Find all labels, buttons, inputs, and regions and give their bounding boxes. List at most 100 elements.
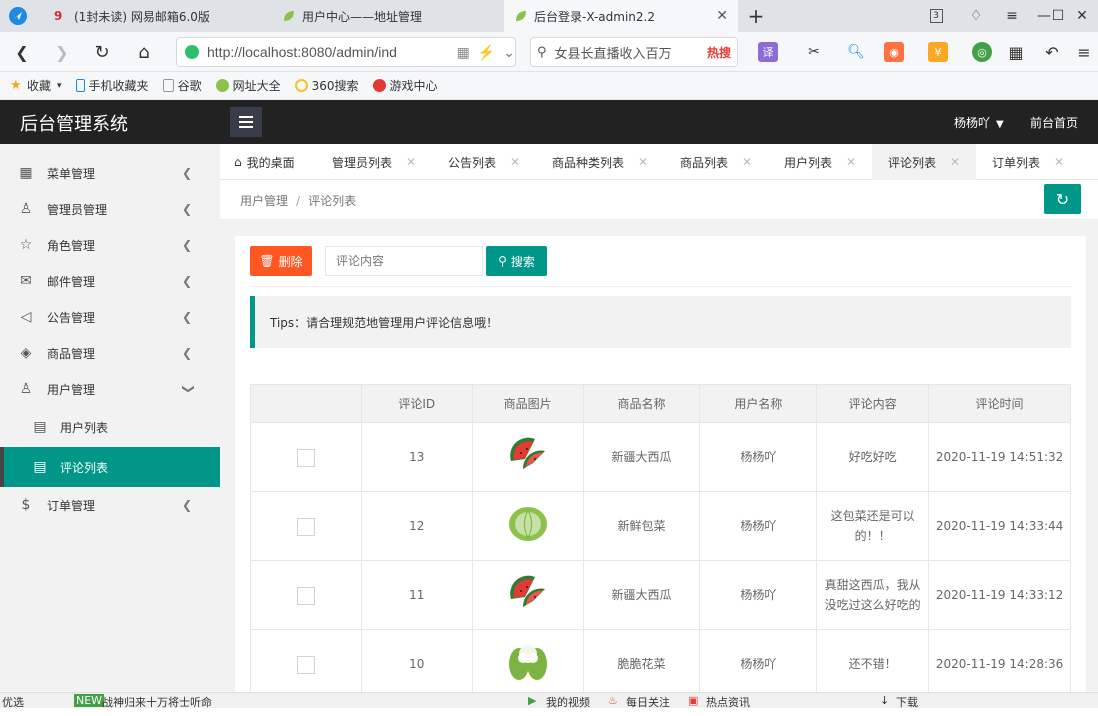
sidebar-item-mail[interactable]: ✉ 邮件管理 ❮ [0, 263, 220, 299]
row-checkbox[interactable] [296, 586, 315, 605]
tab-product-list[interactable]: 商品列表 ✕ [680, 144, 752, 180]
home-icon[interactable]: ⌂ [132, 40, 156, 64]
chevron-left-icon: ❮ [182, 498, 193, 512]
close-icon[interactable]: ✕ [638, 155, 648, 169]
breadcrumb-parent[interactable]: 用户管理 [240, 194, 288, 208]
close-icon[interactable]: ✕ [846, 155, 856, 169]
sidebar-item-admins[interactable]: ♙ 管理员管理 ❮ [0, 191, 220, 227]
browser-tab-mail[interactable]: 9 (1封未读) 网易邮箱6.0版 [44, 0, 270, 32]
close-icon[interactable]: ✕ [1054, 155, 1064, 169]
user-menu[interactable]: 杨杨吖 ▼ [954, 114, 1004, 131]
close-tab-icon[interactable]: ✕ [716, 8, 728, 24]
forward-icon[interactable]: ❯ [50, 40, 74, 64]
chevron-down-icon: ▾ [57, 80, 62, 91]
cabbage-image [508, 507, 547, 541]
close-icon[interactable]: ✕ [950, 155, 960, 169]
menu-toggle-button[interactable] [230, 107, 262, 137]
sidebar-item-notices[interactable]: ◁ 公告管理 ❮ [0, 299, 220, 335]
bookmark-label: 谷歌 [177, 79, 202, 93]
tab-notice-list[interactable]: 公告列表 ✕ [448, 144, 520, 180]
sidebar-item-roles[interactable]: ☆ 角色管理 ❮ [0, 227, 220, 263]
hot-search-label[interactable]: 热搜 [707, 44, 731, 61]
status-download[interactable]: 下载 [896, 694, 918, 708]
apps-grid-icon[interactable]: ▦ [1006, 42, 1026, 62]
sidebar-item-label: 订单管理 [47, 498, 96, 513]
sidebar-item-label: 商品管理 [47, 346, 96, 361]
product-image-cell [471, 422, 584, 492]
row-checkbox[interactable] [296, 655, 315, 674]
bookmark-games[interactable]: 游戏中心 [372, 77, 438, 94]
sidebar-item-comment-list[interactable]: ▤ 评论列表 [0, 447, 220, 487]
bookmark-mobile[interactable]: 手机收藏夹 [75, 77, 149, 94]
bookmark-google[interactable]: 谷歌 [162, 77, 202, 94]
scissors-icon[interactable]: ✂ [804, 42, 824, 62]
bookmark-sites[interactable]: 网址大全 [215, 77, 281, 94]
url-field[interactable]: http://localhost:8080/admin/ind ▦ ⚡ ⌄ [176, 37, 516, 67]
sidebar-item-user-list[interactable]: ▤ 用户列表 [0, 409, 220, 445]
watermelon-image [509, 437, 545, 469]
magnifier-icon[interactable]: 🔍︎ [846, 42, 866, 62]
search-icon: ⚲ [537, 44, 547, 60]
status-news[interactable]: 战神归来十万将士听命 [102, 694, 212, 708]
browser-logo-icon[interactable] [6, 4, 30, 28]
delete-button[interactable]: 🗑︎ 删除 [250, 246, 312, 276]
translate-icon[interactable]: 译 [758, 42, 778, 62]
more-icon[interactable]: ≡ [1074, 42, 1094, 62]
qr-icon[interactable]: ▦ [457, 44, 470, 61]
tab-admin-list[interactable]: 管理员列表 ✕ [332, 144, 416, 180]
front-page-link[interactable]: 前台首页 [1030, 114, 1078, 131]
tab-user-list[interactable]: 用户列表 ✕ [784, 144, 856, 180]
browser-tab-admin[interactable]: 后台登录-X-admin2.2 ✕ [504, 0, 738, 32]
phone-icon [75, 79, 85, 92]
status-preferred[interactable]: 优选 [2, 694, 24, 708]
close-icon[interactable]: ✕ [510, 155, 520, 169]
app-brand[interactable]: 后台管理系统 [20, 110, 128, 136]
chevron-left-icon: ❮ [182, 274, 193, 288]
comment-search-input[interactable] [325, 246, 483, 276]
game-icon[interactable]: ◉ [884, 42, 904, 62]
user-icon: ♙ [19, 381, 33, 397]
status-hot[interactable]: 热点资讯 [706, 694, 750, 708]
undo-icon[interactable]: ↶ [1042, 42, 1062, 62]
shield-icon[interactable]: ¥ [928, 42, 948, 62]
chevron-down-icon[interactable]: ⌄ [503, 44, 515, 61]
tab-desktop[interactable]: ⌂ 我的桌面 [234, 144, 295, 180]
sidebar-item-orders[interactable]: $ 订单管理 ❮ [0, 487, 220, 523]
extension-icon[interactable]: ◎ [972, 42, 992, 62]
browser-tab-address[interactable]: 用户中心——地址管理 [272, 0, 504, 32]
bookmark-360[interactable]: 360搜索 [294, 77, 359, 94]
new-tab-button[interactable]: + [738, 0, 774, 32]
row-checkbox[interactable] [296, 517, 315, 536]
divider [250, 286, 1071, 287]
comment-time-cell: 2020-11-19 14:33:44 [928, 491, 1071, 561]
tab-comment-list[interactable]: 评论列表 ✕ [872, 144, 977, 180]
news-icon: ▣ [688, 694, 699, 707]
tab-count-icon[interactable]: 3 [918, 0, 954, 32]
status-videos[interactable]: 我的视频 [546, 694, 590, 708]
close-icon[interactable]: ✕ [742, 155, 752, 169]
sidebar-item-menu[interactable]: ▦ 菜单管理 ❮ [0, 155, 220, 191]
comment-table: 评论ID 商品图片 商品名称 用户名称 评论内容 评论时间 13 新疆大西瓜 杨… [250, 384, 1071, 699]
tab-category-list[interactable]: 商品种类列表 ✕ [552, 144, 648, 180]
lightning-icon[interactable]: ⚡ [478, 44, 495, 61]
chevron-left-icon: ❮ [182, 166, 193, 180]
bookmark-favorites[interactable]: ★ 收藏 ▾ [10, 77, 62, 94]
close-icon[interactable]: ✕ [406, 155, 416, 169]
user-name-cell: 杨杨吖 [699, 491, 818, 561]
column-header-select [250, 384, 362, 423]
reload-icon[interactable]: ↻ [90, 40, 114, 64]
comment-id-cell: 10 [360, 629, 473, 699]
tab-order-list[interactable]: 订单列表 ✕ [992, 144, 1064, 180]
status-daily[interactable]: 每日关注 [626, 694, 670, 708]
back-icon[interactable]: ❮ [10, 40, 34, 64]
sidebar-item-users[interactable]: ♙ 用户管理 ❮ [0, 371, 220, 407]
row-checkbox[interactable] [296, 448, 315, 467]
search-button[interactable]: ⚲ 搜索 [486, 246, 547, 276]
sidebar-item-label: 角色管理 [47, 238, 96, 253]
refresh-button[interactable]: ↻ [1044, 184, 1081, 214]
close-window-icon[interactable]: ✕ [1064, 0, 1098, 32]
search-box[interactable]: ⚲ 女县长直播收入百万 热搜 [530, 37, 738, 67]
menu-icon[interactable]: ≡ [994, 0, 1030, 32]
sidebar-item-products[interactable]: ◈ 商品管理 ❮ [0, 335, 220, 371]
shirt-icon[interactable]: ♢ [958, 0, 994, 32]
